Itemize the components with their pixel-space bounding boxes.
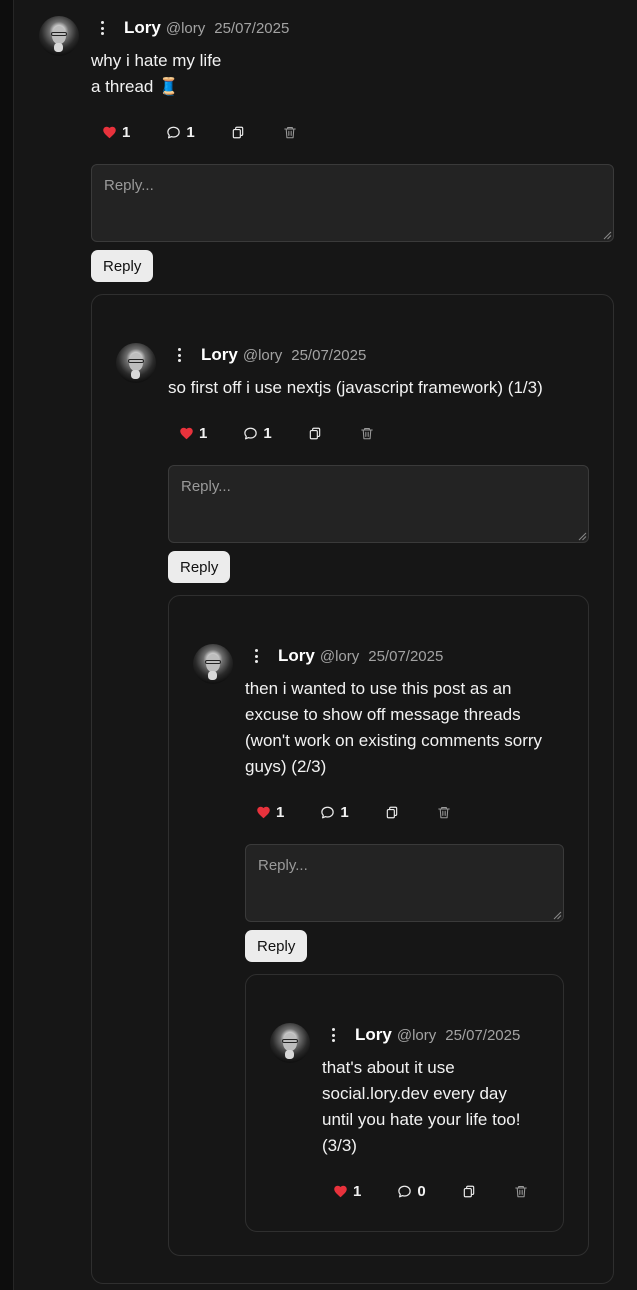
reply-button[interactable]: Reply	[168, 551, 231, 583]
comment-line: guys) (2/3)	[245, 757, 327, 776]
copy-button[interactable]	[385, 805, 399, 820]
reply-count-button[interactable]: 1	[166, 123, 195, 141]
comment-actions: 1 1	[179, 423, 374, 443]
reply-input[interactable]	[245, 844, 564, 922]
copy-button[interactable]	[308, 426, 322, 441]
author-name[interactable]: Lory	[124, 18, 161, 38]
author-handle: @lory	[319, 647, 360, 665]
comment-actions: 1 1	[102, 122, 297, 142]
post-date: 25/07/2025	[445, 1026, 521, 1044]
comment-line: then i wanted to use this post as an	[245, 679, 512, 698]
heart-icon	[180, 427, 193, 440]
comment-body: that's about it use social.lory.dev ever…	[322, 1055, 520, 1159]
heart-icon	[334, 1185, 347, 1198]
kebab-menu-icon[interactable]	[249, 647, 263, 665]
comment-line: that's about it use	[322, 1058, 455, 1077]
reply-count: 1	[263, 424, 272, 442]
copy-button[interactable]	[462, 1184, 476, 1199]
speech-bubble-icon	[244, 427, 258, 439]
comment-header: Lory @lory 25/07/2025	[326, 1024, 520, 1046]
like-button[interactable]: 1	[333, 1183, 361, 1200]
copy-button[interactable]	[231, 125, 245, 140]
avatar[interactable]	[116, 343, 156, 383]
author-name[interactable]: Lory	[355, 1025, 392, 1045]
reply-input[interactable]	[91, 164, 614, 242]
delete-button[interactable]	[360, 426, 374, 441]
delete-button[interactable]	[437, 805, 451, 820]
comment-line: why i hate my life	[91, 51, 222, 70]
reply-count-button[interactable]: 0	[397, 1182, 426, 1200]
avatar[interactable]	[270, 1023, 310, 1063]
reply-count-button[interactable]: 1	[243, 424, 272, 442]
speech-bubble-icon	[321, 806, 335, 818]
copy-icon	[463, 1185, 474, 1197]
comment-body: so first off i use nextjs (javascript fr…	[168, 375, 543, 401]
comment-header: Lory @lory 25/07/2025	[249, 645, 443, 667]
like-count: 1	[199, 424, 208, 442]
comment-line: (3/3)	[322, 1136, 357, 1155]
reply-count: 0	[417, 1182, 426, 1200]
reply-input[interactable]	[168, 465, 589, 543]
comment-body: why i hate my life a thread 🧵	[91, 48, 221, 100]
copy-icon	[309, 427, 320, 439]
copy-icon	[232, 126, 243, 138]
comment-body: then i wanted to use this post as an exc…	[245, 676, 542, 780]
author-name[interactable]: Lory	[278, 646, 315, 666]
like-button[interactable]: 1	[179, 425, 207, 442]
comment-line: a thread 🧵	[91, 77, 180, 96]
comment-actions: 1 1	[256, 802, 451, 822]
kebab-menu-icon[interactable]	[172, 346, 186, 364]
comment-actions: 1 0	[333, 1181, 528, 1201]
comment-header: Lory @lory 25/07/2025	[172, 344, 366, 366]
reply-button[interactable]: Reply	[91, 250, 154, 282]
like-count: 1	[122, 123, 131, 141]
heart-icon	[257, 806, 270, 819]
avatar[interactable]	[193, 644, 233, 684]
comment-line: social.lory.dev every day	[322, 1084, 507, 1103]
avatar[interactable]	[39, 16, 79, 56]
comment-line: (won't work on existing comments sorry	[245, 731, 543, 750]
comment-line: excuse to show off message threads	[245, 705, 521, 724]
author-name[interactable]: Lory	[201, 345, 238, 365]
like-button[interactable]: 1	[102, 124, 130, 141]
like-count: 1	[353, 1182, 362, 1200]
post-date: 25/07/2025	[214, 19, 290, 37]
delete-button[interactable]	[514, 1184, 528, 1199]
reply-count: 1	[340, 803, 349, 821]
like-count: 1	[276, 803, 285, 821]
delete-button[interactable]	[283, 125, 297, 140]
comment-header: Lory @lory 25/07/2025	[95, 17, 289, 39]
trash-icon	[437, 806, 450, 818]
author-handle: @lory	[396, 1026, 437, 1044]
copy-icon	[386, 806, 397, 818]
speech-bubble-icon	[398, 1185, 412, 1197]
trash-icon	[360, 427, 373, 439]
post-date: 25/07/2025	[291, 346, 367, 364]
reply-count-button[interactable]: 1	[320, 803, 349, 821]
author-handle: @lory	[242, 346, 283, 364]
trash-icon	[283, 126, 296, 138]
post-date: 25/07/2025	[368, 647, 444, 665]
author-handle: @lory	[165, 19, 206, 37]
reply-button[interactable]: Reply	[245, 930, 308, 962]
kebab-menu-icon[interactable]	[95, 19, 109, 37]
speech-bubble-icon	[167, 126, 181, 138]
trash-icon	[514, 1185, 527, 1197]
heart-icon	[103, 126, 116, 139]
kebab-menu-icon[interactable]	[326, 1026, 340, 1044]
like-button[interactable]: 1	[256, 804, 284, 821]
reply-count: 1	[186, 123, 195, 141]
comment-line: until you hate your life too!	[322, 1110, 521, 1129]
comment-line: so first off i use nextjs (javascript fr…	[168, 378, 543, 397]
comment-thread-panel: Lory @lory 25/07/2025 why i hate my life…	[13, 0, 637, 1290]
